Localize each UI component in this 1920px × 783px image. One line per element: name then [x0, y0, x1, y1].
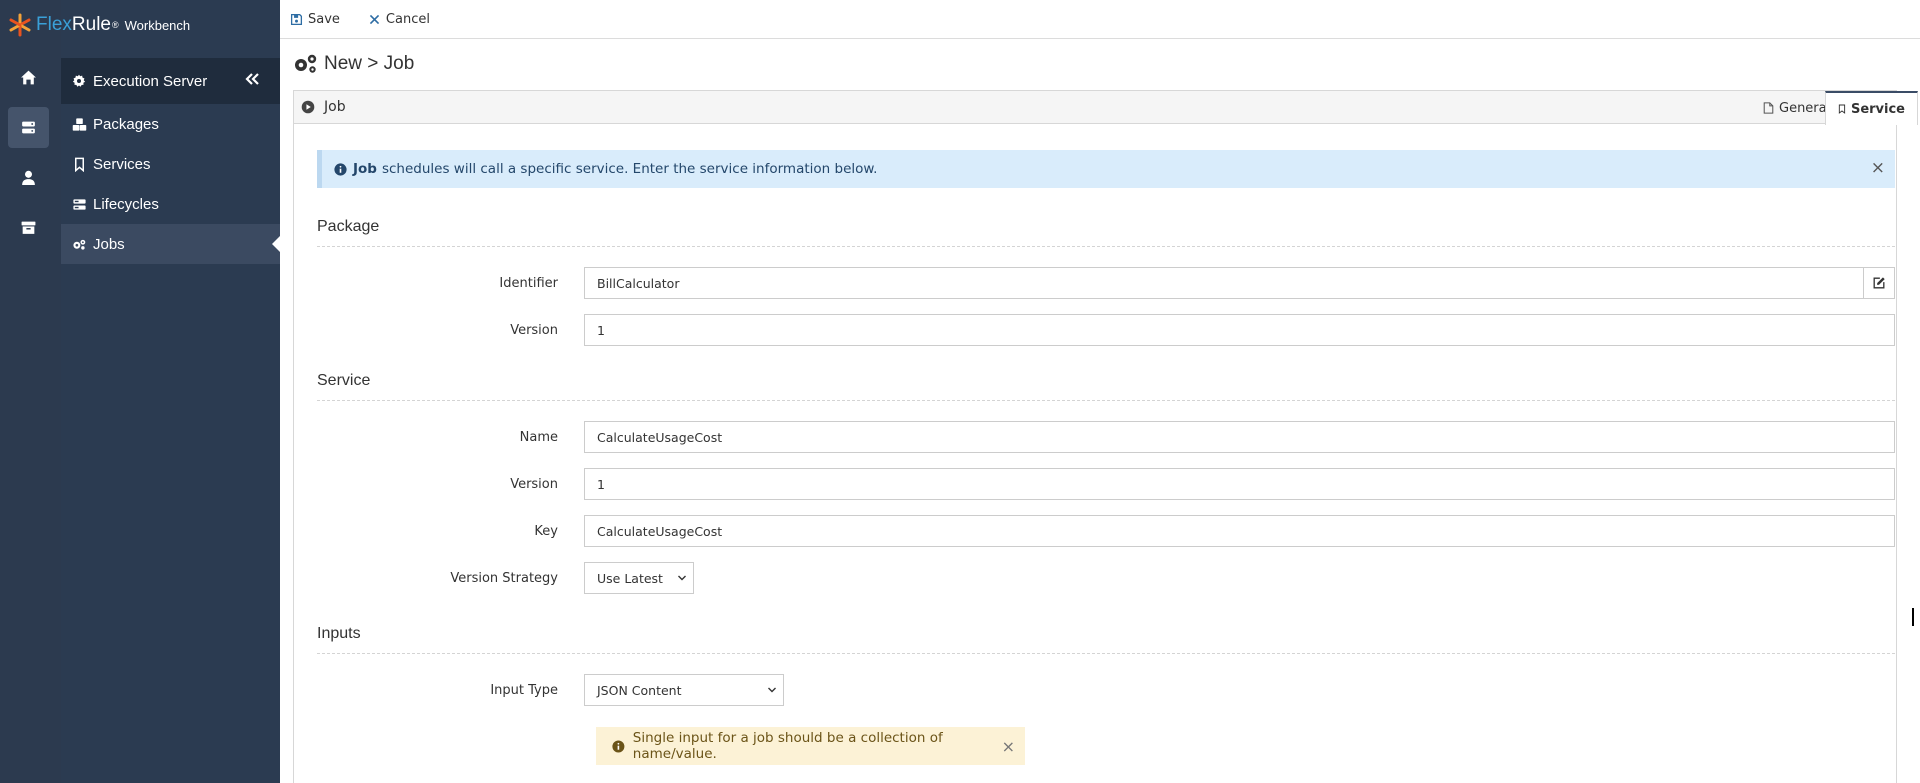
service-key-label: Key [534, 524, 558, 539]
sidebar-item-lifecycles[interactable]: Lifecycles [61, 184, 280, 224]
close-alert-button[interactable]: × [1871, 160, 1885, 177]
chevron-down-icon [768, 687, 776, 693]
sidebar-item-packages[interactable]: Packages [61, 104, 280, 144]
identifier-label: Identifier [499, 276, 558, 291]
sidebar-item-services[interactable]: Services [61, 144, 280, 184]
section-title-inputs: Inputs [317, 625, 361, 642]
logo-text-flex: Flex [36, 14, 72, 35]
package-version-field[interactable]: 1 [584, 314, 1895, 346]
gears-icon [73, 239, 86, 250]
info-alert: Job schedules will call a specific servi… [317, 150, 1895, 188]
service-key-field[interactable]: CalculateUsageCost [584, 515, 1895, 547]
input-warning-alert: Single input for a job should be a colle… [596, 727, 1025, 765]
input-type-label: Input Type [490, 683, 558, 698]
save-button[interactable]: Save [290, 12, 340, 27]
sidebar-item-jobs[interactable]: Jobs [61, 224, 280, 264]
sidebar-header-label: Execution Server [93, 72, 208, 90]
identifier-field[interactable]: BillCalculator [584, 267, 1864, 299]
double-chevron-left-icon [245, 73, 259, 85]
section-sidebar: Execution Server Packages Services Lifec… [61, 0, 280, 783]
info-icon [334, 162, 347, 176]
service-version-field[interactable]: 1 [584, 468, 1895, 500]
archive-icon[interactable] [8, 207, 49, 248]
file-icon [1763, 102, 1774, 114]
section-divider [317, 246, 1895, 247]
panel-header: Job General Service [294, 91, 1918, 125]
active-item-indicator [272, 236, 280, 252]
resize-cursor [1912, 608, 1918, 626]
section-divider [317, 653, 1895, 654]
cancel-label: Cancel [385, 11, 430, 27]
collapse-sidebar-button[interactable] [244, 71, 262, 89]
service-name-label: Name [519, 430, 558, 445]
info-icon [612, 740, 625, 752]
logo-text-rule: Rule [71, 14, 111, 35]
lifecycles-icon [73, 198, 86, 210]
package-version-label: Version [510, 323, 558, 338]
panel-title: Job [301, 99, 346, 115]
tab-service[interactable]: Service [1825, 91, 1918, 125]
flexrule-logo-icon [9, 13, 31, 37]
save-icon [290, 13, 303, 25]
job-panel: Job General Service Job schedules will c… [293, 90, 1918, 783]
service-name-field[interactable]: CalculateUsageCost [584, 421, 1895, 453]
save-label: Save [308, 11, 340, 27]
sidebar-item-label: Lifecycles [93, 195, 159, 213]
edit-icon [1873, 277, 1885, 289]
tab-label: Service [1850, 101, 1905, 117]
chevron-down-icon [678, 575, 686, 581]
close-warning-button[interactable]: × [1002, 737, 1015, 756]
sidebar-item-label: Services [93, 155, 151, 173]
sidebar-item-label: Packages [93, 115, 159, 133]
section-title-service: Service [317, 372, 371, 389]
version-strategy-value: Use Latest [597, 570, 663, 586]
cancel-button[interactable]: Cancel [368, 12, 430, 27]
bookmark-icon [1838, 104, 1846, 114]
gear-icon [72, 74, 86, 87]
main-content: Save Cancel New > Job Job General Servic… [280, 0, 1920, 783]
close-icon [369, 14, 380, 24]
logo-registered-mark: ® [111, 20, 119, 30]
sidebar-header: Execution Server [61, 58, 280, 104]
section-title-package: Package [317, 218, 380, 235]
section-divider [317, 400, 1895, 401]
home-icon[interactable] [8, 57, 49, 98]
page-title-text: New > Job [324, 53, 415, 74]
toolbar: Save Cancel [280, 0, 1920, 39]
sidebar-item-label: Jobs [93, 235, 125, 253]
packages-icon [72, 117, 87, 131]
alert-bold-text: Job [353, 161, 377, 177]
panel-title-text: Job [324, 99, 346, 115]
flexrule-logo[interactable]: Flex Rule ® Workbench [8, 8, 190, 42]
warning-text: Single input for a job should be a colle… [632, 730, 943, 762]
version-strategy-label: Version Strategy [450, 571, 558, 586]
input-type-select[interactable]: JSON Content [584, 674, 784, 706]
bookmark-icon [75, 157, 84, 172]
user-icon[interactable] [8, 157, 49, 198]
alert-text: schedules will call a specific service. … [381, 161, 878, 177]
play-circle-icon [301, 100, 315, 114]
page-title: New > Job [293, 53, 414, 75]
version-strategy-select[interactable]: Use Latest [584, 562, 694, 594]
input-type-value: JSON Content [597, 682, 682, 698]
service-version-label: Version [510, 477, 558, 492]
logo-product-name: Workbench [124, 17, 191, 33]
server-icon[interactable] [8, 107, 49, 148]
edit-identifier-button[interactable] [1863, 267, 1895, 299]
tab-label: General [1779, 100, 1831, 116]
gears-icon [295, 54, 317, 73]
icon-rail [0, 0, 61, 783]
